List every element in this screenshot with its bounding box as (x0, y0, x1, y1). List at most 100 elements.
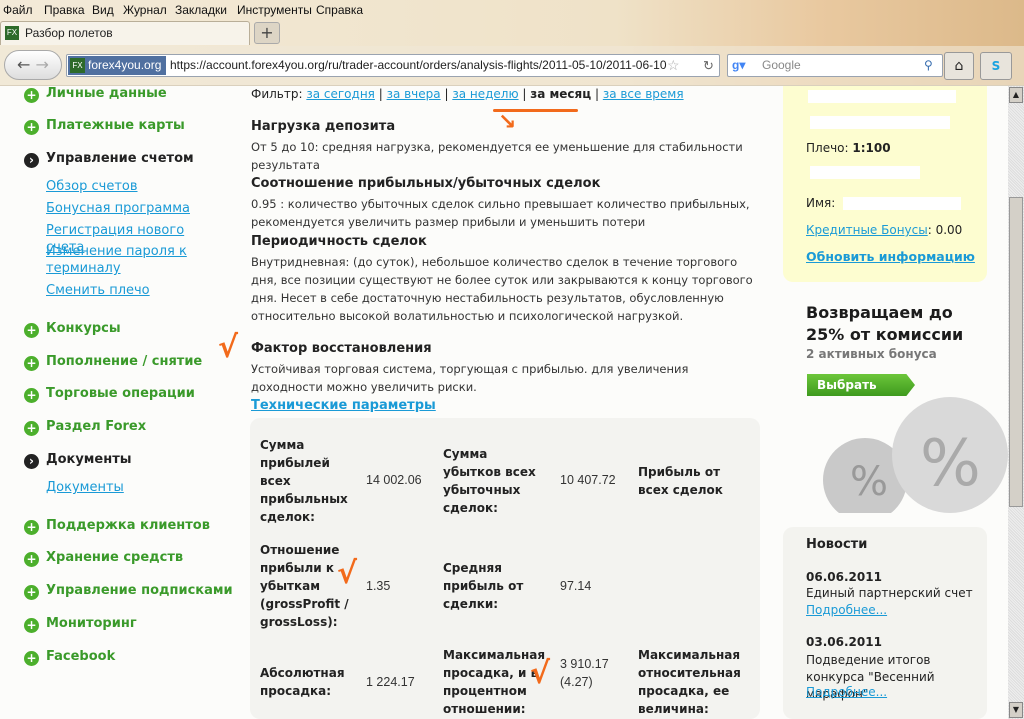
google-icon: g▾ (732, 58, 746, 72)
param-label: Прибыль от всех сделок (638, 465, 723, 497)
sidebar-item-subscriptions[interactable]: + Управление подписками (24, 583, 233, 600)
choose-bonus-button[interactable]: Выбрать бонус (807, 374, 915, 396)
sidebar-item-forex[interactable]: + Раздел Forex (24, 419, 146, 436)
sidebar-item-contests[interactable]: + Конкурсы (24, 321, 121, 338)
filter-all-time[interactable]: за все время (603, 87, 684, 101)
address-bar[interactable]: FX forex4you.org https://account.forex4yo… (66, 54, 720, 77)
credit-bonus-link[interactable]: Кредитные Бонусы (806, 223, 928, 237)
sub-bonus-program[interactable]: Бонусная программа (46, 200, 226, 217)
param-value: 1 224.17 (366, 675, 415, 689)
sidebar-item-account[interactable]: › Управление счетом (24, 151, 194, 168)
param-value: 3 910.17 (4.27) (560, 657, 609, 689)
param-label: Абсолютная просадка: (260, 666, 345, 698)
sidebar-item-support[interactable]: + Поддержка клиентов (24, 518, 210, 535)
param-label: Сумма убытков всех убыточных сделок: (443, 447, 536, 515)
section-title: Соотношение прибыльных/убыточных сделок (251, 176, 601, 191)
redacted-field (808, 90, 956, 103)
news-title: Новости (806, 537, 868, 552)
sidebar-item-trading[interactable]: + Торговые операции (24, 386, 195, 403)
plus-icon: + (24, 585, 39, 600)
annotation-check-icon: √ (530, 656, 551, 691)
sub-documents[interactable]: Документы (46, 479, 226, 496)
param-label: Сумма прибылей всех прибыльных сделок: (260, 438, 348, 524)
param-value: 10 407.72 (560, 473, 616, 487)
param-value: 1.35 (366, 579, 391, 593)
param-label: Максимальная просадка, и в процентном от… (443, 648, 546, 716)
sidebar-item-storage[interactable]: + Хранение средств (24, 550, 183, 567)
percent-graphic-icon: % % (823, 397, 1008, 513)
sub-change-leverage[interactable]: Сменить плечо (46, 282, 226, 299)
menu-help[interactable]: Справка (316, 3, 363, 17)
sidebar-item-documents[interactable]: › Документы (24, 452, 132, 469)
annotation-check-icon: √ (218, 330, 239, 365)
sub-accounts-overview[interactable]: Обзор счетов (46, 178, 226, 195)
section-title: Фактор восстановления (251, 341, 432, 356)
news-more-link[interactable]: Подробнее... (806, 603, 887, 617)
sidebar-item-deposit[interactable]: + Пополнение / снятие (24, 354, 202, 371)
menu-history[interactable]: Журнал (123, 3, 167, 17)
promo-subtitle: 2 активных бонуса (806, 347, 937, 361)
arrow-icon: › (24, 454, 39, 469)
section-text: Устойчивая торговая система, торгующая с… (251, 362, 689, 394)
sidebar-item-cards[interactable]: + Платежные карты (24, 118, 185, 135)
browser-tab[interactable]: FX Разбор полетов (0, 21, 250, 45)
scroll-down-button[interactable]: ▼ (1009, 702, 1023, 718)
plus-icon: + (24, 120, 39, 135)
refresh-info-link[interactable]: Обновить информацию (806, 249, 975, 264)
period-filter: Фильтр: за сегодня | за вчера | за недел… (251, 87, 684, 101)
search-icon[interactable]: ⚲ (924, 55, 933, 76)
skype-icon[interactable]: S (980, 52, 1012, 80)
redacted-field (810, 166, 920, 179)
sidebar-item-personal[interactable]: + Личные данные (24, 86, 167, 103)
leverage-row: Плечо: 1:100 (806, 141, 891, 155)
filter-today[interactable]: за сегодня (306, 87, 375, 101)
plus-icon: + (24, 388, 39, 403)
menu-file[interactable]: Файл (3, 3, 33, 17)
bookmark-star-icon[interactable]: ☆ (667, 55, 680, 76)
plus-icon: + (24, 356, 39, 371)
section-text: 0.95 : количество убыточных сделок сильн… (251, 197, 750, 229)
account-info-panel: Плечо: 1:100 Имя: Кредитные Бонусы: 0.00… (783, 86, 987, 282)
filter-yesterday[interactable]: за вчера (387, 87, 441, 101)
search-box[interactable]: g▾ Google ⚲ (727, 54, 943, 77)
param-value: 14 002.06 (366, 473, 422, 487)
section-title: Нагрузка депозита (251, 119, 396, 134)
menu-bookmarks[interactable]: Закладки (175, 3, 227, 17)
site-identity[interactable]: FX forex4you.org (68, 56, 166, 75)
sidebar-item-monitoring[interactable]: + Мониторинг (24, 616, 137, 633)
filter-week[interactable]: за неделю (452, 87, 518, 101)
news-text: Единый партнерский счет (806, 586, 973, 600)
menu-view[interactable]: Вид (92, 3, 114, 17)
tab-title: Разбор полетов (25, 26, 113, 40)
svg-text:%: % (850, 459, 888, 505)
sub-change-password[interactable]: Изменение пароля к терминалу (46, 243, 226, 277)
plus-icon: + (24, 618, 39, 633)
tech-params-link[interactable]: Технические параметры (251, 398, 436, 413)
sidebar-item-facebook[interactable]: + Facebook (24, 649, 115, 666)
news-date: 06.06.2011 (806, 570, 882, 584)
scroll-up-button[interactable]: ▲ (1009, 87, 1023, 103)
plus-icon: + (24, 323, 39, 338)
name-label: Имя: (806, 196, 836, 210)
params-table: Сумма прибылей всех прибыльных сделок: 1… (250, 418, 760, 719)
menu-tools[interactable]: Инструменты (237, 3, 312, 17)
scrollbar-thumb[interactable] (1009, 197, 1023, 507)
svg-text:%: % (920, 427, 981, 501)
section-text: Внутридневная: (до суток), небольшое кол… (251, 255, 753, 323)
arrow-icon: › (24, 153, 39, 168)
promo-title: Возвращаем до 25% от комиссии (806, 303, 964, 344)
news-date: 03.06.2011 (806, 635, 882, 649)
news-more-link[interactable]: Подробнее... (806, 685, 887, 699)
plus-icon: + (24, 421, 39, 436)
browser-chrome: Файл Правка Вид Журнал Закладки Инструме… (0, 0, 1024, 86)
reload-icon[interactable]: ↻ (703, 55, 714, 76)
menu-edit[interactable]: Правка (44, 3, 85, 17)
param-value: 97.14 (560, 579, 592, 593)
back-forward-buttons[interactable]: ← → (4, 50, 62, 80)
filter-month-active[interactable]: за месяц (530, 87, 591, 101)
url-text: https://account.forex4you.org/ru/trader-… (170, 58, 667, 72)
new-tab-button[interactable]: + (254, 22, 280, 44)
redacted-field (843, 197, 961, 210)
news-panel: Новости 06.06.2011 Единый партнерский сч… (783, 527, 987, 719)
home-button[interactable]: ⌂ (944, 52, 974, 80)
